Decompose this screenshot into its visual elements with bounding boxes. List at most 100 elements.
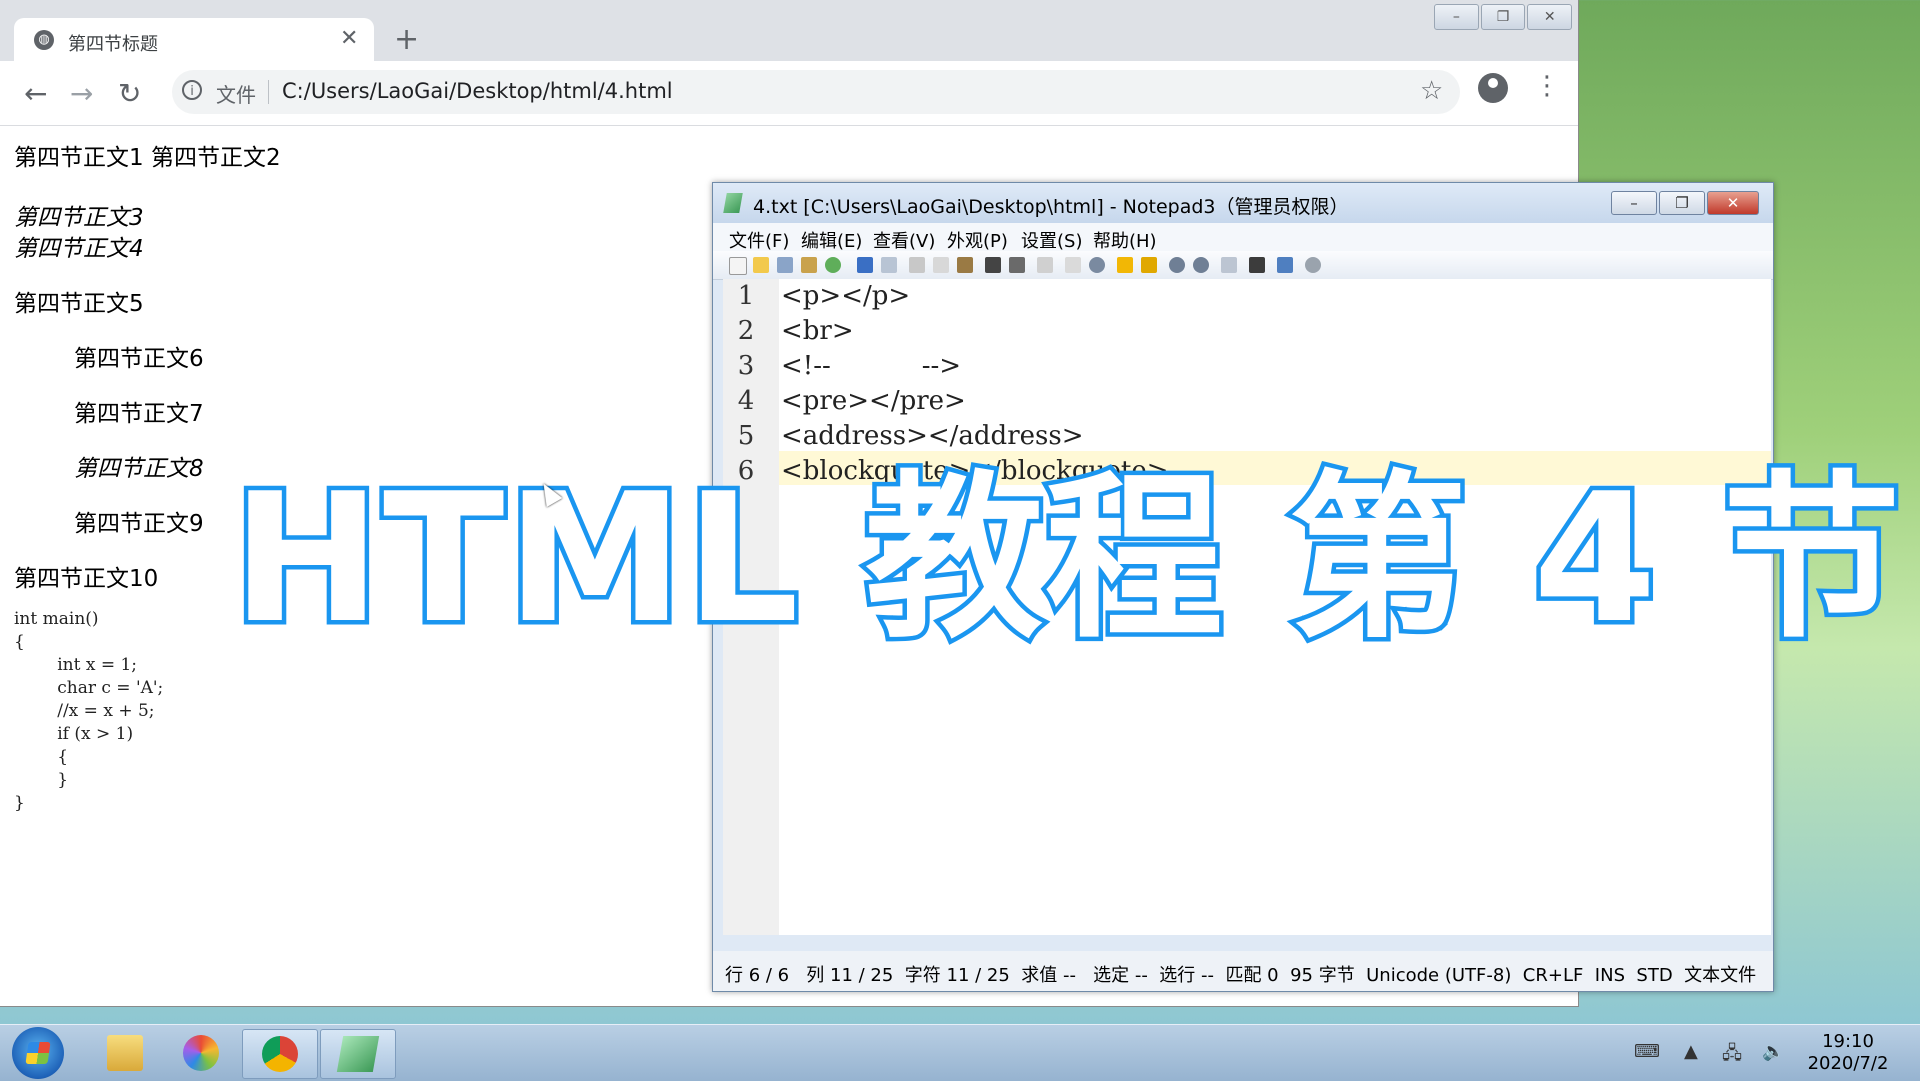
pre-code-line: }	[14, 793, 25, 813]
save-icon[interactable]	[777, 257, 793, 273]
taskbar-chrome[interactable]	[242, 1029, 318, 1079]
paste-icon[interactable]	[957, 257, 973, 273]
more-menu-icon[interactable]: ⋮	[1534, 71, 1560, 101]
volume-icon[interactable]: 🔈	[1762, 1041, 1784, 1062]
menu-help[interactable]: 帮助(H)	[1093, 227, 1157, 253]
code-line[interactable]: <br>	[781, 316, 854, 346]
code-line[interactable]: <address></address>	[781, 421, 1083, 451]
address-8: 第四节正文8	[74, 456, 204, 482]
restore-button[interactable]: ❐	[1659, 191, 1705, 215]
address-bar[interactable]: i 文件 C:/Users/LaoGai/Desktop/html/4.html…	[172, 70, 1460, 114]
notepad-title: 4.txt [C:\Users\LaoGai\Desktop\html] - N…	[753, 196, 1349, 218]
word-wrap-icon[interactable]	[1037, 257, 1053, 273]
open-folder-icon[interactable]	[753, 257, 769, 273]
menu-appearance[interactable]: 外观(P)	[947, 227, 1008, 253]
video-overlay-title: HTML 教程 第 4 节	[228, 455, 1906, 662]
redo-icon[interactable]	[881, 257, 897, 273]
notepad3-icon	[336, 1036, 380, 1072]
window-controls: – ❐ ✕	[1434, 4, 1574, 30]
cut-icon[interactable]	[909, 257, 925, 273]
pre-code-line: //x = x + 5;	[14, 701, 155, 721]
code-line[interactable]: <pre></pre>	[781, 386, 966, 416]
back-arrow-icon[interactable]: ←	[24, 77, 47, 110]
divider	[268, 80, 269, 104]
code-line[interactable]: <!-- -->	[781, 351, 961, 381]
pre-code-line: {	[14, 747, 69, 767]
taskbar-explorer[interactable]	[88, 1029, 162, 1077]
notepad-menubar: 文件(F) 编辑(E) 查看(V) 外观(P) 设置(S) 帮助(H)	[713, 223, 1773, 253]
menu-file[interactable]: 文件(F)	[729, 227, 789, 253]
status-text: 行 6 / 6 列 11 / 25 字符 11 / 25 求值 -- 选定 --…	[725, 965, 1757, 986]
folder-icon	[107, 1035, 143, 1071]
scheme-icon[interactable]	[1221, 257, 1237, 273]
paragraph-4: 第四节正文4	[14, 236, 144, 262]
notepad-app-icon	[723, 193, 743, 213]
url-text[interactable]: C:/Users/LaoGai/Desktop/html/4.html	[282, 79, 673, 103]
add-favorite-icon[interactable]	[1141, 257, 1157, 273]
reload-icon[interactable]: ↻	[118, 77, 141, 110]
menu-edit[interactable]: 编辑(E)	[801, 227, 862, 253]
paragraph-10: 第四节正文10	[14, 566, 159, 592]
find-icon[interactable]	[985, 257, 1001, 273]
save-as-icon[interactable]	[801, 257, 817, 273]
taskbar-media-app[interactable]	[164, 1029, 238, 1077]
browser-toolbar: ← → ↻ i 文件 C:/Users/LaoGai/Desktop/html/…	[0, 61, 1578, 126]
globe-icon: ◍	[34, 30, 54, 50]
restore-button[interactable]: ❐	[1480, 4, 1526, 30]
media-app-icon	[183, 1035, 219, 1071]
system-clock[interactable]: 19:10 2020/7/2	[1788, 1031, 1908, 1075]
exit-icon[interactable]	[1305, 257, 1321, 273]
info-icon[interactable]: i	[182, 80, 202, 100]
tab-strip: ◍ 第四节标题 ✕ + – ❐ ✕	[0, 0, 1578, 62]
close-window-button[interactable]: ✕	[1707, 191, 1759, 215]
pre-code-line: if (x > 1)	[14, 724, 134, 744]
keyboard-icon[interactable]: ⌨	[1634, 1041, 1660, 1062]
line-number: 1	[737, 281, 755, 311]
zoom-out-icon[interactable]	[1193, 257, 1209, 273]
notepad-toolbar	[713, 251, 1773, 280]
menu-settings[interactable]: 设置(S)	[1021, 227, 1082, 253]
favorites-icon[interactable]	[1117, 257, 1133, 273]
pre-code-line: char c = 'A';	[14, 678, 164, 698]
pre-code-line: {	[14, 632, 25, 652]
forward-arrow-icon[interactable]: →	[70, 77, 93, 110]
chrome-icon	[262, 1036, 298, 1072]
bookmark-star-icon[interactable]: ☆	[1420, 76, 1443, 106]
blockquote-7: 第四节正文7	[74, 401, 204, 427]
start-button-icon[interactable]	[12, 1027, 64, 1079]
paragraph-3: 第四节正文3	[14, 205, 144, 231]
paragraph-5: 第四节正文5	[14, 291, 144, 317]
menu-view[interactable]: 查看(V)	[873, 227, 935, 253]
tab-close-icon[interactable]: ✕	[340, 26, 358, 51]
zoom-in-icon[interactable]	[1169, 257, 1185, 273]
pre-code-line: int main()	[14, 609, 99, 629]
pre-code-block: int main() { int x = 1; char c = 'A'; //x…	[14, 608, 163, 815]
blockquote-6: 第四节正文6	[74, 346, 204, 372]
pre-code-line: int x = 1;	[14, 655, 138, 675]
close-window-button[interactable]: ✕	[1527, 4, 1573, 30]
notepad-titlebar[interactable]: 4.txt [C:\Users\LaoGai\Desktop\html] - N…	[713, 183, 1773, 223]
taskbar-notepad3[interactable]	[320, 1029, 396, 1079]
undo-icon[interactable]	[857, 257, 873, 273]
clock-date: 2020/7/2	[1807, 1053, 1889, 1074]
clock-time: 19:10	[1822, 1031, 1874, 1052]
new-file-icon[interactable]	[729, 257, 747, 275]
browser-tab[interactable]: ◍ 第四节标题 ✕	[14, 18, 374, 62]
minimize-button[interactable]: –	[1434, 4, 1479, 30]
browse-icon[interactable]	[825, 257, 841, 273]
select-icon[interactable]	[1065, 257, 1081, 273]
account-avatar-icon[interactable]	[1478, 73, 1508, 103]
replace-icon[interactable]	[1009, 257, 1025, 273]
pre-code-line: }	[14, 770, 69, 790]
scheme-label: 文件	[216, 83, 256, 107]
code-line[interactable]: <p></p>	[781, 281, 910, 311]
fullscreen-icon[interactable]	[1249, 257, 1265, 273]
network-icon[interactable]: 🖧	[1722, 1041, 1742, 1071]
pin-icon[interactable]	[1277, 257, 1293, 273]
minimize-button[interactable]: –	[1611, 191, 1657, 215]
copy-icon[interactable]	[933, 257, 949, 273]
new-tab-button[interactable]: +	[394, 22, 419, 57]
show-hidden-icons-icon[interactable]: ▲	[1684, 1041, 1698, 1062]
paragraph-1: 第四节正文1 第四节正文2	[14, 145, 281, 171]
zoom-icon[interactable]	[1089, 257, 1105, 273]
